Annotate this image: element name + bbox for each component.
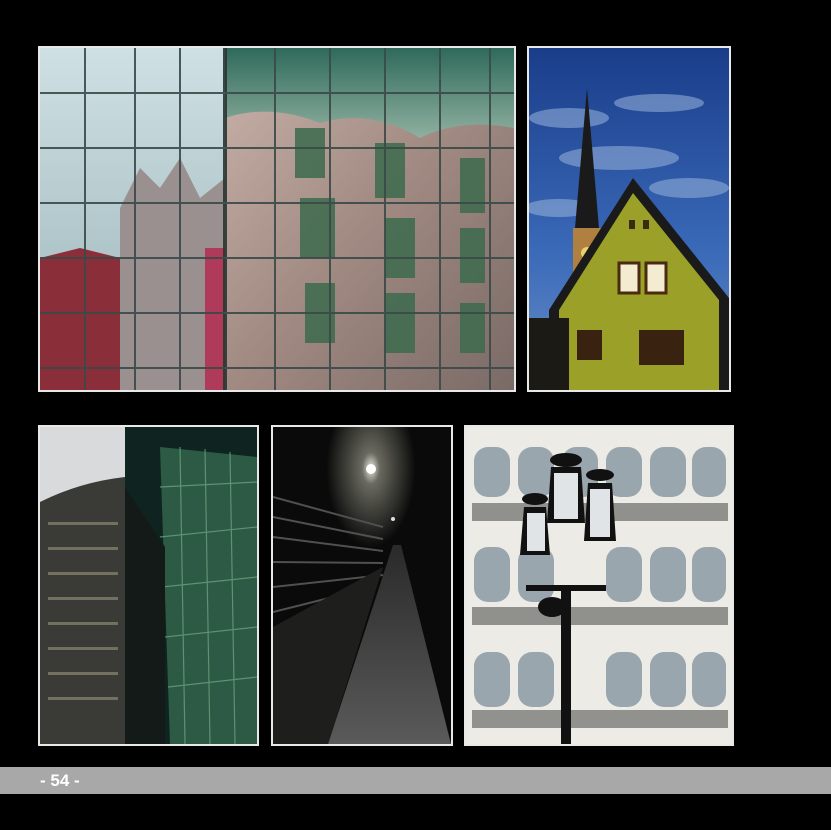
photo-glass-facade-reflection <box>38 46 516 392</box>
photo-modern-office-buildings <box>38 425 259 746</box>
church-house-image <box>529 48 729 390</box>
night-path-image <box>273 427 451 744</box>
photo-church-spire-house <box>527 46 731 392</box>
page-number: - 54 - <box>40 771 80 790</box>
office-buildings-image <box>40 427 257 744</box>
photo-night-path <box>271 425 453 746</box>
page-footer-bar: - 54 - <box>0 767 831 794</box>
glass-facade-image <box>40 48 514 390</box>
facade-lamp-image <box>466 427 732 744</box>
photo-ornate-facade-street-lamp <box>464 425 734 746</box>
